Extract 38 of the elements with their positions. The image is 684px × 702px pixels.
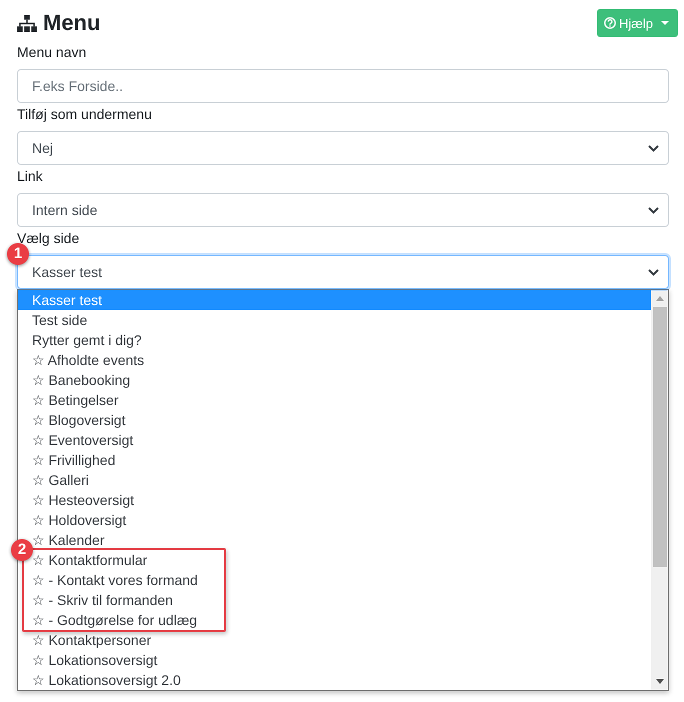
dropdown-option[interactable]: ☆ - Skriv til formanden: [32, 592, 173, 609]
sitemap-icon: [17, 14, 37, 32]
field-label: Menu navn: [17, 43, 86, 62]
annotation-badge: 2: [11, 539, 33, 561]
dropdown-option[interactable]: ☆ Eventoversigt: [32, 432, 134, 449]
scroll-down-icon[interactable]: [656, 679, 664, 684]
field-label: Link: [17, 167, 43, 186]
question-circle-icon: [604, 17, 616, 29]
dropdown-option[interactable]: Test side: [32, 312, 88, 329]
field-label: Tilføj som undermenu: [17, 105, 152, 124]
dropdown-option[interactable]: ☆ - Kontakt vores formand: [32, 572, 198, 589]
caret-icon: [661, 21, 669, 25]
annotation-badge: 1: [7, 243, 29, 265]
scrollbar-thumb[interactable]: [652, 307, 666, 567]
chevron-down-icon: [648, 144, 659, 152]
chevron-down-icon: [648, 206, 659, 214]
dropdown-option[interactable]: ☆ Lokationsoversigt: [32, 652, 158, 669]
dropdown-option[interactable]: ☆ Hesteoversigt: [32, 492, 134, 509]
scrollbar-track[interactable]: [651, 290, 668, 690]
dropdown-option[interactable]: ☆ Kontaktformular: [32, 552, 148, 569]
select-field[interactable]: Intern side: [17, 193, 669, 227]
dropdown-option[interactable]: ☆ Lokationsoversigt 2.0: [32, 672, 181, 689]
text-input-field[interactable]: F.eks Forside..: [17, 69, 669, 103]
dropdown-option[interactable]: ☆ Afholdte events: [32, 352, 144, 369]
chevron-down-icon: [648, 268, 659, 276]
dropdown-option[interactable]: ☆ Blogoversigt: [32, 412, 126, 429]
dropdown-option[interactable]: ☆ Frivillighed: [32, 452, 116, 469]
dropdown-option[interactable]: ☆ Banebooking: [32, 372, 130, 389]
dropdown-option[interactable]: ☆ Betingelser: [32, 392, 118, 409]
scroll-up-icon[interactable]: [656, 296, 664, 301]
select-field[interactable]: Nej: [17, 131, 669, 165]
dropdown-option[interactable]: Rytter gemt i dig?: [32, 332, 142, 349]
dropdown-option[interactable]: ☆ - Godtgørelse for udlæg: [32, 612, 198, 629]
dropdown-option[interactable]: ☆ Kontaktpersoner: [32, 632, 152, 649]
dropdown-option[interactable]: ☆ Holdoversigt: [32, 512, 126, 529]
page-title: Menu: [43, 9, 100, 37]
dropdown-option[interactable]: ☆ Kalender: [32, 532, 104, 549]
dropdown-option[interactable]: ☆ Galleri: [32, 472, 89, 489]
